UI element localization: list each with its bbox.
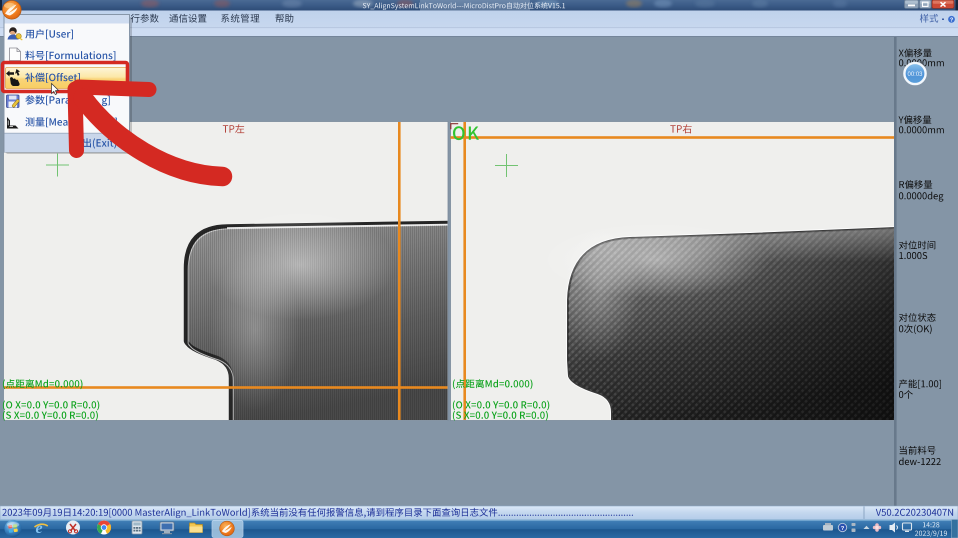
svg-text:e: e xyxy=(36,520,43,537)
svg-text:?: ? xyxy=(841,526,845,532)
svg-text:00:03: 00:03 xyxy=(907,72,923,78)
